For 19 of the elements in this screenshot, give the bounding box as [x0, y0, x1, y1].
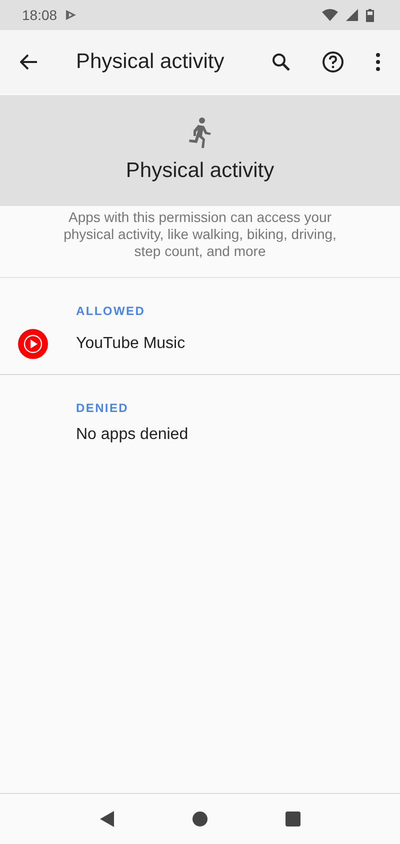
status-time: 18:08	[22, 7, 58, 23]
back-nav-icon[interactable]	[98, 811, 115, 827]
more-options-icon[interactable]	[376, 53, 380, 71]
wifi-icon	[322, 9, 338, 21]
app-icon	[18, 329, 48, 359]
empty-message: No apps denied	[76, 426, 188, 444]
home-icon[interactable]	[192, 811, 208, 827]
permission-description: Apps with this permission can access your physical activity, like walking, biking, driving, step count, and more	[0, 206, 400, 278]
section-header: DENIED	[76, 401, 130, 415]
search-icon[interactable]	[272, 53, 290, 71]
header-title: Physical activity	[126, 159, 274, 183]
battery-icon	[366, 8, 374, 22]
help-icon[interactable]	[322, 51, 344, 73]
running-person-icon	[188, 117, 212, 149]
notification-icon	[65, 9, 78, 21]
signal-icon	[346, 9, 358, 21]
app-bar-title: Physical activity	[76, 50, 226, 74]
back-icon[interactable]	[20, 54, 38, 70]
recents-icon[interactable]	[285, 811, 302, 827]
